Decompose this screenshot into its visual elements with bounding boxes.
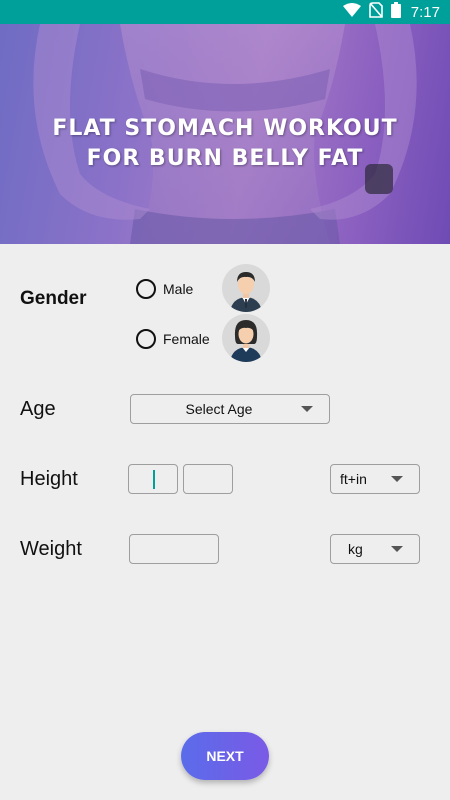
height-unit-value: ft+in — [340, 471, 367, 487]
female-radio-label: Female — [163, 331, 210, 347]
weight-label: Weight — [20, 538, 82, 560]
male-avatar-icon — [222, 264, 270, 312]
status-icons: 7:17 — [342, 0, 450, 24]
hero-title-line2: FOR BURN BELLY FAT — [86, 146, 364, 171]
chevron-down-icon — [301, 406, 313, 412]
height-label: Height — [20, 468, 78, 490]
age-label: Age — [20, 398, 56, 420]
height-inches-input[interactable] — [183, 464, 233, 494]
height-feet-input[interactable] — [128, 464, 178, 494]
female-radio-button[interactable] — [136, 329, 156, 349]
gender-option-female[interactable]: Female — [136, 329, 210, 349]
weight-input[interactable] — [129, 534, 219, 564]
chevron-down-icon — [391, 476, 403, 482]
age-dropdown-value: Select Age — [185, 401, 253, 417]
text-cursor — [153, 470, 155, 489]
weight-unit-value: kg — [348, 541, 363, 557]
status-time: 7:17 — [410, 3, 440, 21]
age-dropdown[interactable]: Select Age — [130, 394, 330, 424]
wifi-icon — [342, 2, 361, 22]
hero-title-line1: FLAT STOMACH WORKOUT — [52, 116, 398, 141]
weight-unit-dropdown[interactable]: kg — [330, 534, 420, 564]
gender-option-male[interactable]: Male — [136, 279, 193, 299]
battery-icon — [390, 1, 401, 23]
male-radio-label: Male — [163, 281, 194, 297]
hero-banner: FLAT STOMACH WORKOUT FOR BURN BELLY FAT — [0, 24, 450, 244]
hero-title: FLAT STOMACH WORKOUT FOR BURN BELLY FAT — [0, 114, 450, 174]
no-sim-icon — [368, 1, 383, 23]
female-avatar-icon — [222, 314, 270, 362]
status-bar: 7:17 — [0, 0, 450, 24]
next-button[interactable]: NEXT — [181, 732, 269, 780]
height-unit-dropdown[interactable]: ft+in — [330, 464, 420, 494]
male-radio-button[interactable] — [136, 279, 156, 299]
gender-label: Gender — [20, 288, 87, 309]
chevron-down-icon — [391, 546, 403, 552]
